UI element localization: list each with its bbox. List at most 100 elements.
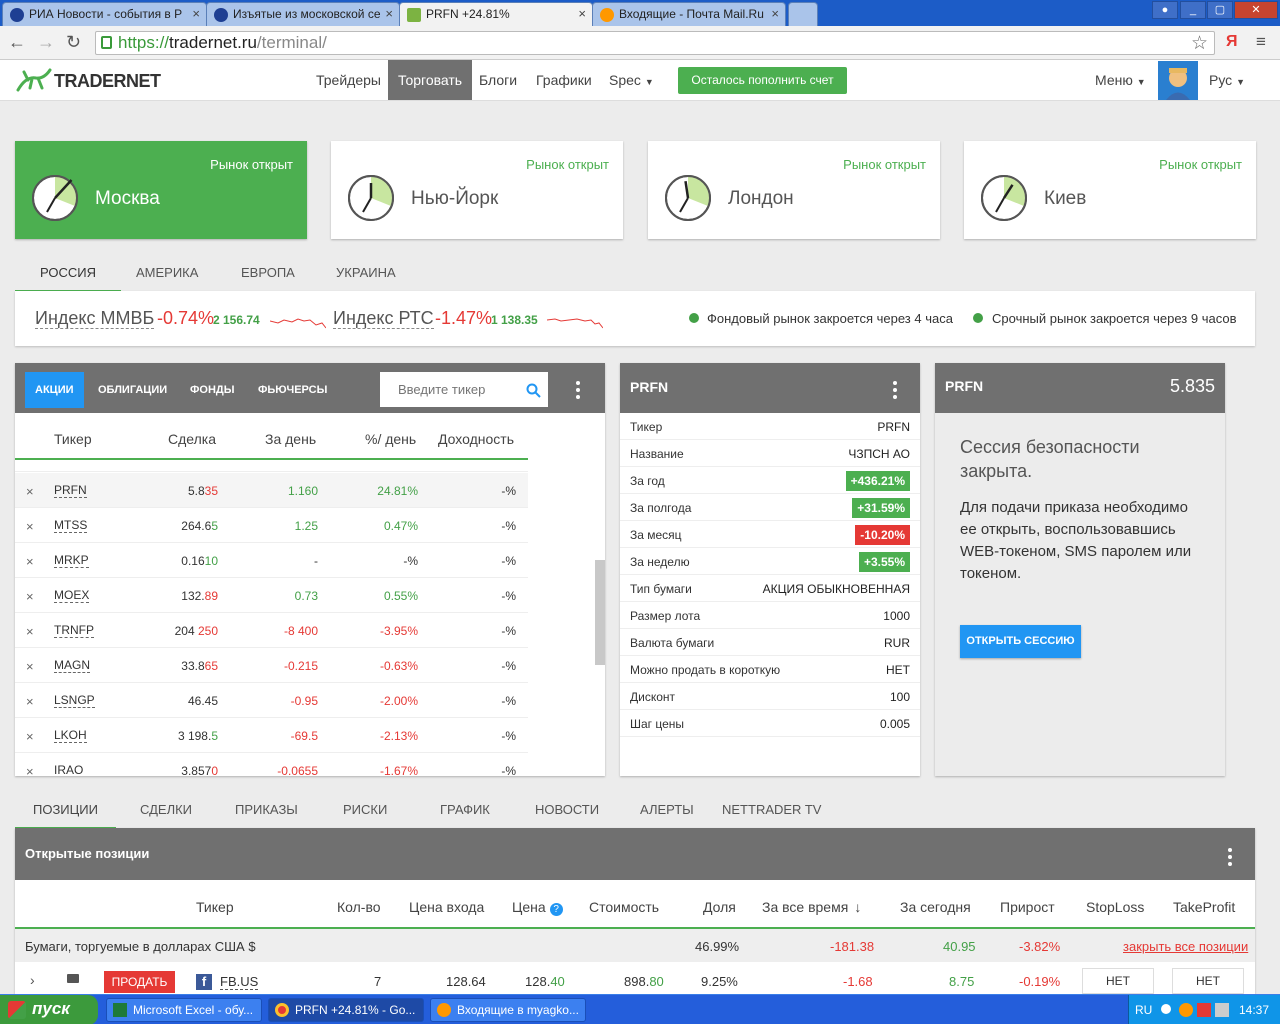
table-row[interactable]: × PRFN 5.835 1.160 24.81% -% <box>15 473 528 508</box>
site-logo[interactable]: TRADERNET <box>54 71 161 92</box>
bottom-tab-1[interactable]: СДЕЛКИ <box>140 802 192 817</box>
open-session-button[interactable]: ОТКРЫТЬ СЕССИЮ <box>960 625 1081 658</box>
tab-bonds[interactable]: ОБЛИГАЦИИ <box>88 378 177 402</box>
search-icon[interactable] <box>526 383 541 398</box>
minimize-icon[interactable]: _ <box>1180 1 1206 19</box>
col-yield[interactable]: Доходность <box>438 431 514 447</box>
close-window-icon[interactable]: ✕ <box>1234 1 1278 19</box>
close-tab-icon[interactable]: × <box>385 6 393 21</box>
row-ticker[interactable]: PRFN <box>54 484 87 498</box>
table-row[interactable]: × MRKP 0.1610 - -% -% <box>15 543 528 578</box>
bottom-tab-6[interactable]: АЛЕРТЫ <box>640 802 694 817</box>
row-ticker[interactable]: MOEX <box>54 589 90 603</box>
row-ticker[interactable]: IRAO <box>54 764 83 777</box>
remove-row-icon[interactable]: × <box>26 694 34 709</box>
bookmark-star-icon[interactable]: ☆ <box>1191 32 1208 55</box>
tab-funds[interactable]: ФОНДЫ <box>180 378 245 402</box>
url-input[interactable]: https://tradernet.ru/terminal/ ☆ <box>95 31 1215 55</box>
details-menu-icon[interactable] <box>890 381 900 402</box>
remove-row-icon[interactable]: × <box>26 519 34 534</box>
browser-tab-ria[interactable]: РИА Новости - события в Р × <box>2 2 207 26</box>
close-tab-icon[interactable]: × <box>771 6 779 21</box>
remove-row-icon[interactable]: × <box>26 484 34 499</box>
close-all-positions-link[interactable]: закрыть все позиции <box>1123 939 1248 954</box>
browser-tab-mail[interactable]: Входящие - Почта Mail.Ru × <box>592 2 786 26</box>
start-button[interactable]: пуск <box>0 995 98 1024</box>
menu-charts[interactable]: Графики <box>526 60 602 100</box>
row-ticker[interactable]: LSNGP <box>54 694 95 708</box>
tab-russia[interactable]: РОССИЯ <box>15 265 122 292</box>
topup-button[interactable]: Осталось пополнить счет <box>678 67 847 94</box>
menu-trade[interactable]: Торговать <box>388 60 473 100</box>
bottom-tab-5[interactable]: НОВОСТИ <box>535 802 599 817</box>
help-icon[interactable]: ? <box>549 903 563 916</box>
yandex-icon[interactable]: Я <box>1226 33 1238 51</box>
comment-icon[interactable] <box>67 974 79 983</box>
row-ticker[interactable]: MTSS <box>54 519 88 533</box>
sort-desc-icon[interactable]: ↓ <box>854 899 861 915</box>
takeprofit-field[interactable]: НЕТ <box>1172 968 1244 994</box>
close-tab-icon[interactable]: × <box>192 6 200 21</box>
col-day[interactable]: За день <box>265 431 316 447</box>
tab-ukraine[interactable]: УКРАИНА <box>336 265 396 290</box>
stoploss-field[interactable]: НЕТ <box>1082 968 1154 994</box>
ticker-search-input[interactable] <box>380 372 548 407</box>
forward-icon[interactable]: → <box>37 32 55 53</box>
avatar[interactable] <box>1158 61 1198 100</box>
bottom-tab-7[interactable]: NETTRADER TV <box>722 802 821 817</box>
browser-tab-prfn[interactable]: PRFN +24.81% × <box>399 2 593 26</box>
menu-blogs[interactable]: Блоги <box>469 60 527 100</box>
row-ticker[interactable]: TRNFP <box>54 624 94 638</box>
row-ticker[interactable]: MAGN <box>54 659 90 673</box>
positions-col-5[interactable]: Доля <box>703 899 736 915</box>
scrollbar-thumb[interactable] <box>595 560 605 665</box>
positions-col-8[interactable]: Прирост <box>1000 899 1055 915</box>
language-indicator[interactable]: RU <box>1135 1003 1152 1017</box>
table-row[interactable] <box>15 460 528 472</box>
expand-chevron-icon[interactable]: › <box>30 972 35 988</box>
table-row[interactable]: × LSNGP 46.45 -0.95 -2.00% -% <box>15 683 528 718</box>
remove-row-icon[interactable]: × <box>26 659 34 674</box>
bottom-tab-2[interactable]: ПРИКАЗЫ <box>235 802 298 817</box>
remove-row-icon[interactable]: × <box>26 624 34 639</box>
back-icon[interactable]: ← <box>8 32 26 53</box>
positions-col-10[interactable]: TakeProfit <box>1173 899 1235 915</box>
quotes-menu-icon[interactable] <box>573 381 583 402</box>
row-ticker[interactable]: MRKP <box>54 554 89 568</box>
menu-spec[interactable]: Spec ▼ <box>599 60 664 100</box>
remove-row-icon[interactable]: × <box>26 764 34 776</box>
table-row[interactable]: × MOEX 132.89 0.73 0.55% -% <box>15 578 528 613</box>
tray-help-icon[interactable] <box>1161 1004 1171 1014</box>
position-ticker[interactable]: FB.US <box>220 974 259 990</box>
index-rts-name[interactable]: Индекс РТС <box>333 308 434 329</box>
tab-stocks[interactable]: АКЦИИ <box>25 372 84 408</box>
col-deal[interactable]: Сделка <box>168 431 216 447</box>
row-ticker[interactable]: LKOH <box>54 729 87 743</box>
positions-col-6[interactable]: За все время ↓ <box>762 899 861 915</box>
tab-futures[interactable]: ФЬЮЧЕРСЫ <box>248 378 337 402</box>
remove-row-icon[interactable]: × <box>26 729 34 744</box>
taskbar-excel[interactable]: Microsoft Excel - обу... <box>106 998 262 1022</box>
main-menu-button[interactable]: Меню ▼ <box>1085 60 1156 100</box>
col-day-pct[interactable]: %/ день <box>365 431 416 447</box>
bottom-tab-3[interactable]: РИСКИ <box>343 802 387 817</box>
positions-col-3[interactable]: Цена? <box>512 899 563 916</box>
table-row[interactable]: × MAGN 33.865 -0.215 -0.63% -% <box>15 648 528 683</box>
table-row[interactable]: × IRAO 3.8570 -0.0655 -1.67% -% <box>15 753 528 777</box>
restore-icon[interactable]: ▢ <box>1207 1 1233 19</box>
positions-menu-icon[interactable] <box>1225 848 1235 869</box>
new-tab-button[interactable] <box>788 2 818 26</box>
positions-col-2[interactable]: Цена входа <box>409 899 484 915</box>
sell-button[interactable]: ПРОДАТЬ <box>104 971 175 993</box>
positions-col-4[interactable]: Стоимость <box>589 899 659 915</box>
tab-america[interactable]: АМЕРИКА <box>136 265 198 290</box>
tab-europe[interactable]: ЕВРОПА <box>241 265 295 290</box>
remove-row-icon[interactable]: × <box>26 589 34 604</box>
remove-row-icon[interactable]: × <box>26 554 34 569</box>
table-row[interactable]: × MTSS 264.65 1.25 0.47% -% <box>15 508 528 543</box>
reload-icon[interactable]: ↻ <box>66 32 81 53</box>
tray-network-icon[interactable] <box>1215 1003 1229 1017</box>
positions-col-9[interactable]: StopLoss <box>1086 899 1144 915</box>
positions-col-0[interactable]: Тикер <box>196 899 234 915</box>
table-row[interactable]: × TRNFP 204 250 -8 400 -3.95% -% <box>15 613 528 648</box>
